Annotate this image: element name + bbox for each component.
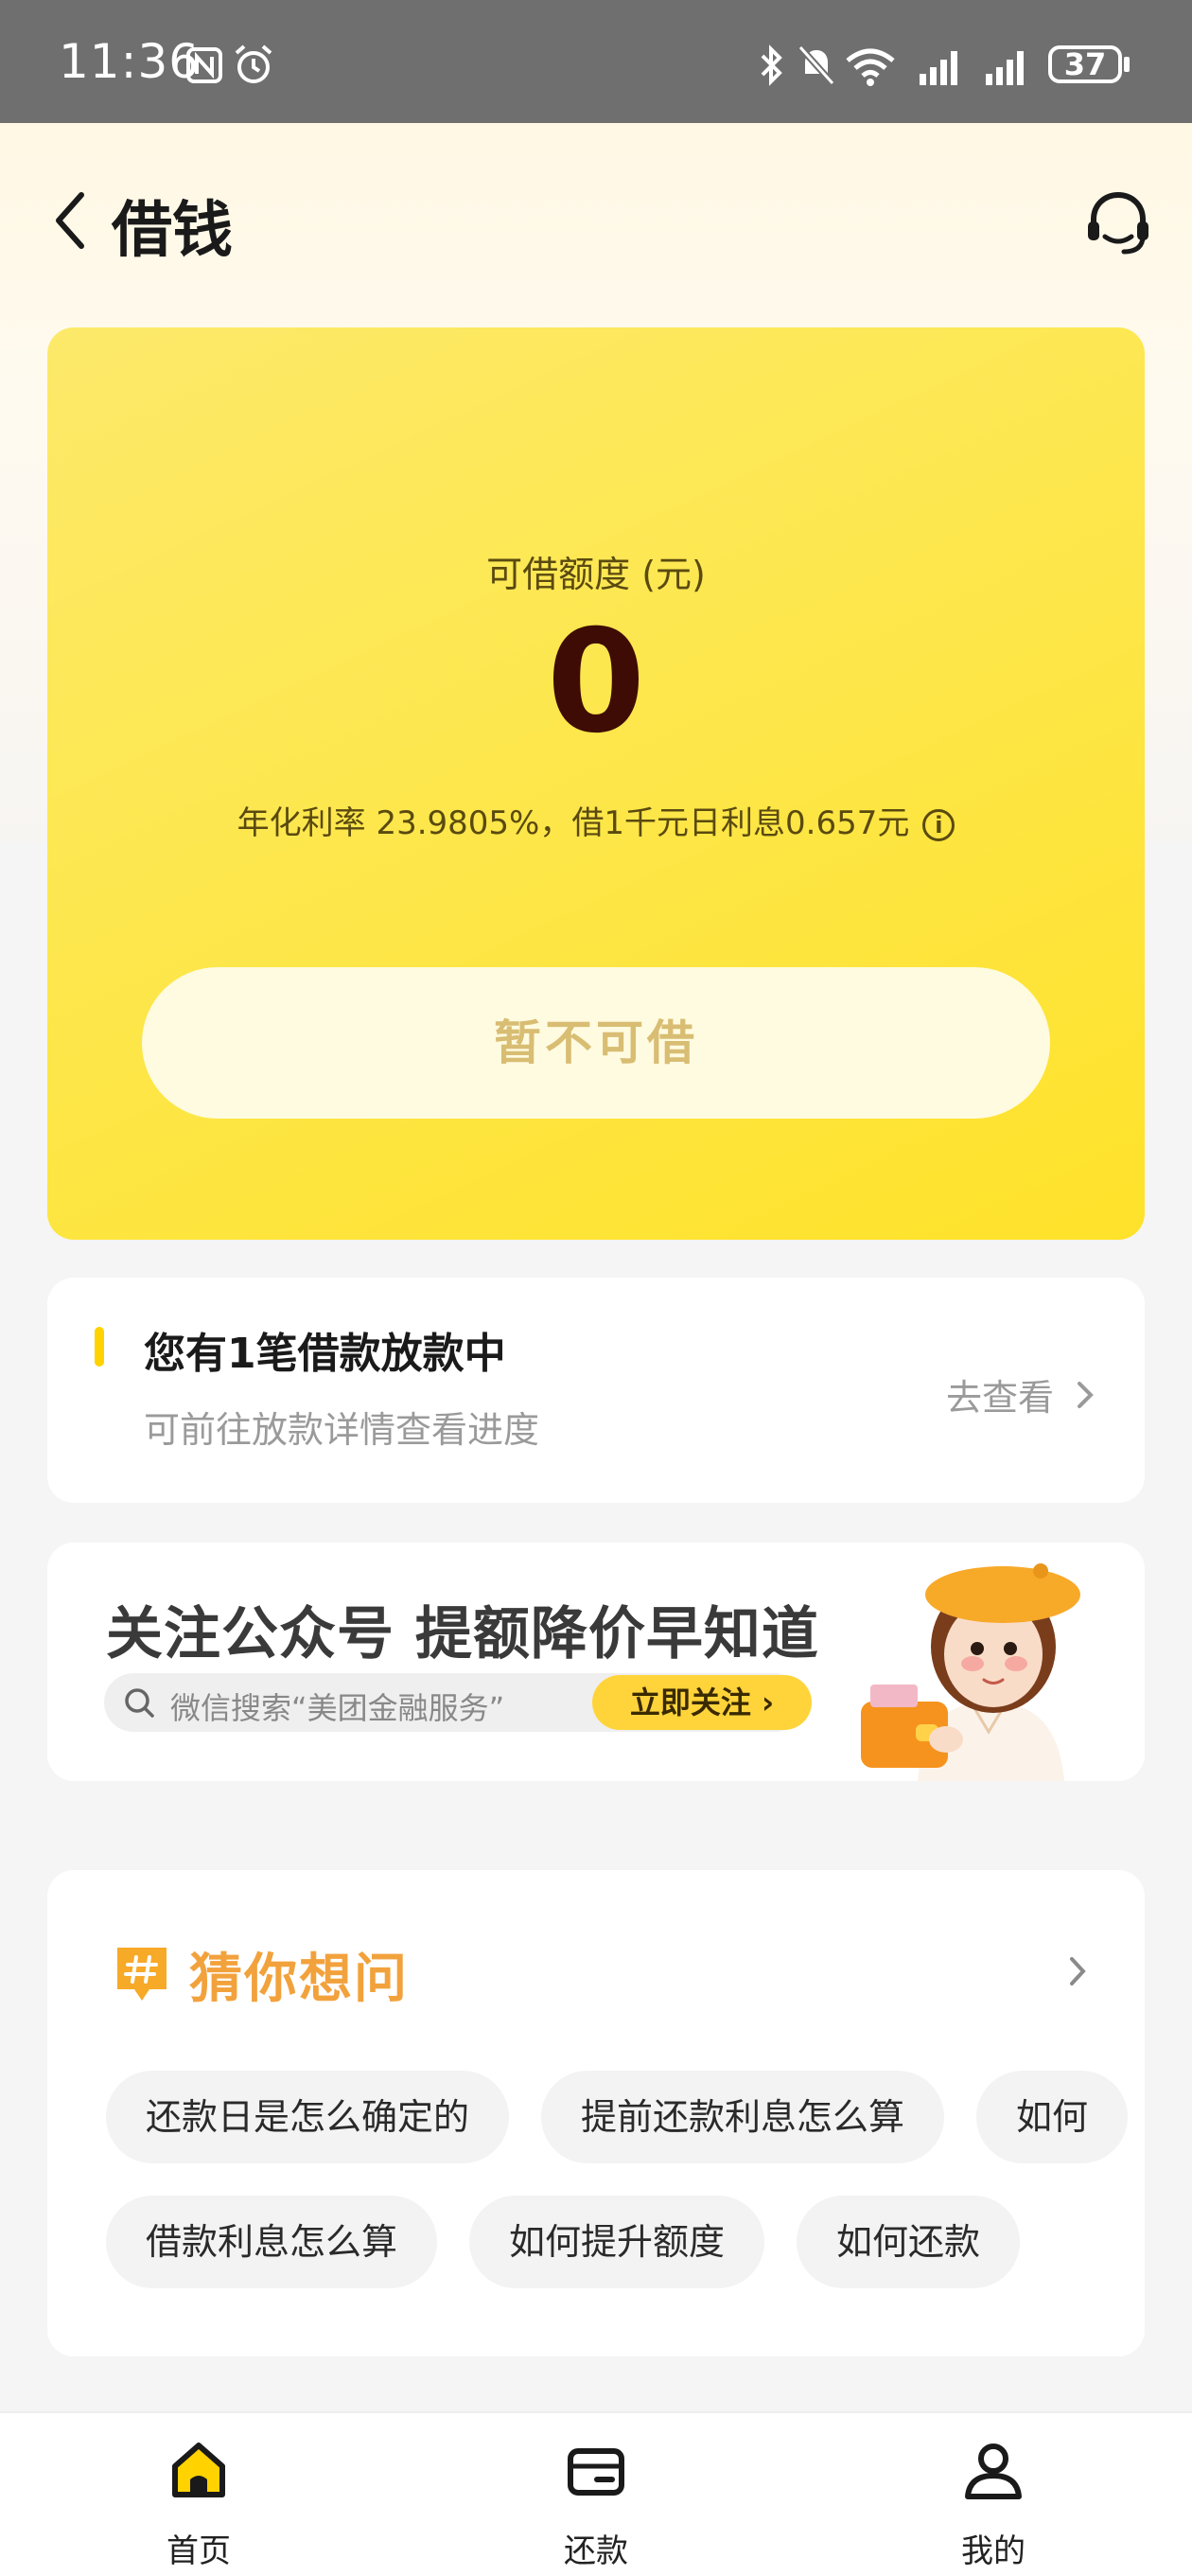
nav-item-repay[interactable]: 还款 [454, 2413, 738, 2576]
banner-title: 关注公众号 提额降价早知道 [106, 1601, 819, 1667]
status-bar: 11:36 37 [0, 0, 1192, 123]
nfc-icon [186, 47, 222, 83]
back-arrow-icon[interactable] [47, 187, 95, 254]
search-icon [125, 1688, 154, 1718]
faq-chip[interactable]: 如何提升额度 [469, 2196, 765, 2288]
chevron-right-icon[interactable] [1063, 1951, 1092, 1991]
bluetooth-icon [761, 44, 782, 86]
faq-chip[interactable]: 还款日是怎么确定的 [106, 2071, 510, 2163]
signal-icon [986, 51, 1024, 85]
loan-status-title: 您有1笔借款放款中 [144, 1330, 506, 1378]
profile-icon [965, 2444, 1022, 2499]
borrow-button[interactable]: 暂不可借 [142, 967, 1050, 1119]
follow-button[interactable]: 立即关注 › [592, 1675, 812, 1730]
mute-bell-icon [798, 44, 835, 86]
home-icon [172, 2443, 225, 2497]
faq-chip[interactable]: 借款利息怎么算 [106, 2196, 438, 2288]
wallet-icon [568, 2448, 624, 2496]
credit-limit-card: 可借额度 (元) 0 年化利率 23.9805%，借1千元日利息0.657元 i … [47, 327, 1145, 1240]
faq-card: 猜你想问 还款日是怎么确定的 提前还款利息怎么算 如何 借款利息怎么算 如何提升额度如… [47, 1870, 1145, 2356]
alarm-icon [235, 44, 272, 83]
faq-chip[interactable]: 提前还款利息怎么算 [541, 2071, 945, 2163]
banner-search-pill: 微信搜索“美团金融服务” 立即关注 › [104, 1673, 812, 1732]
loan-status-subtitle: 可前往放款详情查看进度 [144, 1409, 540, 1451]
interest-rate-row: 年化利率 23.9805%，借1千元日利息0.657元 i [47, 797, 1145, 843]
nav-item-home[interactable]: 首页 [57, 2413, 341, 2576]
status-time: 11:36 [59, 34, 201, 89]
page-title: 借钱 [112, 196, 233, 266]
nav-label-home: 首页 [167, 2532, 231, 2570]
interest-rate-text: 年化利率 23.9805%，借1千元日利息0.657元 [237, 804, 910, 842]
battery-icon: 37 [1048, 45, 1122, 83]
faq-chip-row: 借款利息怎么算 如何提升额度 如何还款 [106, 2196, 1137, 2290]
credit-limit-amount: 0 [546, 600, 646, 765]
nav-label-profile: 我的 [961, 2532, 1025, 2570]
signal-icon [920, 51, 957, 85]
wifi-icon [846, 48, 895, 86]
accent-bar [95, 1327, 104, 1367]
info-icon[interactable]: i [922, 808, 955, 841]
hashtag-bubble-icon [117, 1948, 167, 2001]
view-details-link[interactable]: 去查看 [946, 1368, 1054, 1420]
follow-account-banner[interactable]: 关注公众号 提额降价早知道 微信搜索“美团金融服务” 立即关注 › [47, 1543, 1145, 1781]
credit-limit-label: 可借额度 (元) [486, 554, 706, 595]
nav-label-repay: 还款 [564, 2532, 628, 2570]
chevron-right-icon[interactable] [1071, 1376, 1099, 1414]
bottom-navigation: 首页 还款 我的 [0, 2411, 1192, 2576]
faq-chip[interactable]: 如何还款 [797, 2196, 1021, 2288]
customer-service-icon[interactable] [1080, 185, 1156, 261]
faq-chip-row: 还款日是怎么确定的 提前还款利息怎么算 如何 [106, 2071, 1137, 2165]
loan-status-card[interactable]: 您有1笔借款放款中 可前往放款详情查看进度 去查看 [47, 1278, 1145, 1503]
nav-item-profile[interactable]: 我的 [851, 2413, 1135, 2576]
banner-search-text: 微信搜索“美团金融服务” [170, 1690, 505, 1726]
faq-chip[interactable]: 如何 [976, 2071, 1129, 2163]
faq-title: 猜你想问 [189, 1949, 409, 2010]
girl-illustration [861, 1563, 1080, 1781]
battery-tip [1124, 57, 1130, 72]
